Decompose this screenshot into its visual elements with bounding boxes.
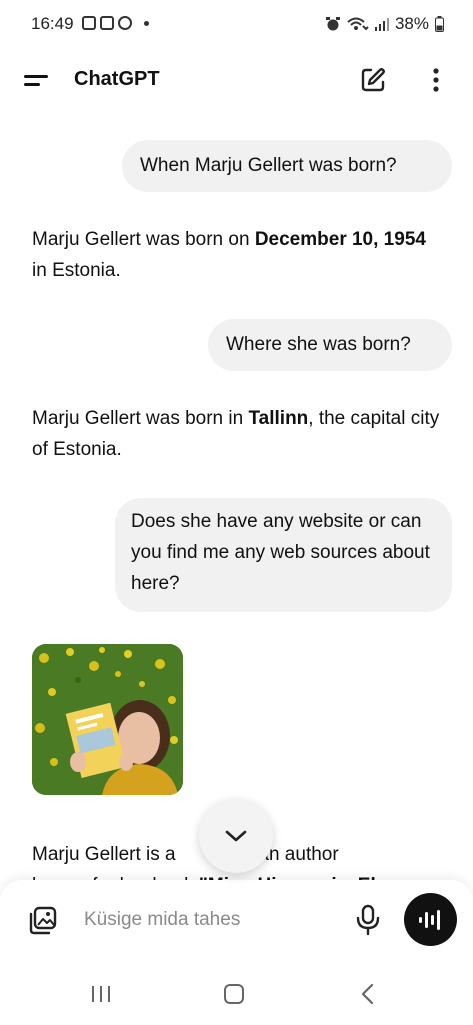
system-navigation-bar — [0, 960, 473, 1025]
assistant-text: in Estonia. — [32, 260, 121, 281]
hamburger-menu-icon[interactable] — [24, 71, 50, 91]
app-title: ChatGPT — [74, 68, 160, 90]
status-time: 16:49 — [31, 14, 74, 33]
back-icon[interactable] — [358, 983, 376, 1005]
edit-pencil-icon[interactable] — [359, 66, 387, 94]
search-result-image[interactable] — [32, 644, 183, 795]
battery-icon — [435, 16, 444, 32]
woman-with-book-image — [32, 644, 183, 795]
assistant-text: Marju Gellert was born in — [32, 408, 249, 429]
user-message: When Marju Gellert was born? — [122, 140, 452, 192]
assistant-text: Marju Gellert is a — [32, 844, 176, 865]
notification-icons — [82, 16, 149, 30]
user-message: Does she have any website or can you fin… — [115, 498, 452, 612]
prompt-input[interactable] — [84, 904, 344, 936]
battery-percent: 38% — [394, 14, 429, 33]
assistant-message: Marju Gellert was born in Tallinn, the c… — [32, 403, 442, 465]
home-icon[interactable] — [224, 984, 244, 1004]
image-attach-icon[interactable] — [26, 906, 58, 936]
instagram-notification-icon — [100, 16, 114, 30]
chevron-down-icon — [225, 830, 247, 842]
gallery-notification-icon — [82, 16, 96, 30]
assistant-text: Marju Gellert was born on — [32, 229, 255, 250]
wifi-call-icon — [347, 17, 369, 31]
assistant-bold-text: Tallinn — [248, 408, 309, 429]
status-bar: 16:49 38% — [0, 0, 473, 50]
scroll-to-bottom-button[interactable] — [199, 799, 273, 873]
whatsapp-notification-icon — [118, 16, 132, 30]
assistant-bold-text: December 10, 1954 — [254, 229, 426, 250]
signal-icon — [374, 18, 389, 31]
app-header: ChatGPT — [0, 50, 473, 110]
more-vertical-icon[interactable] — [424, 66, 448, 94]
microphone-icon[interactable] — [355, 904, 381, 936]
user-message: Where she was born? — [208, 319, 452, 371]
voice-mode-button[interactable] — [404, 893, 457, 946]
recent-apps-icon[interactable] — [90, 985, 112, 1003]
voice-waveform-icon — [418, 909, 440, 930]
status-right: 38% — [325, 14, 444, 34]
user-message-text: When Marju Gellert was born? — [140, 155, 397, 176]
alarm-icon — [325, 17, 340, 31]
more-notifications-dot-icon — [144, 20, 149, 26]
user-message-text: Does she have any website or can you fin… — [131, 511, 430, 594]
user-message-text: Where she was born? — [226, 334, 411, 355]
assistant-message: Marju Gellert was born on December 10, 1… — [32, 224, 442, 286]
composer-bar — [0, 880, 473, 960]
